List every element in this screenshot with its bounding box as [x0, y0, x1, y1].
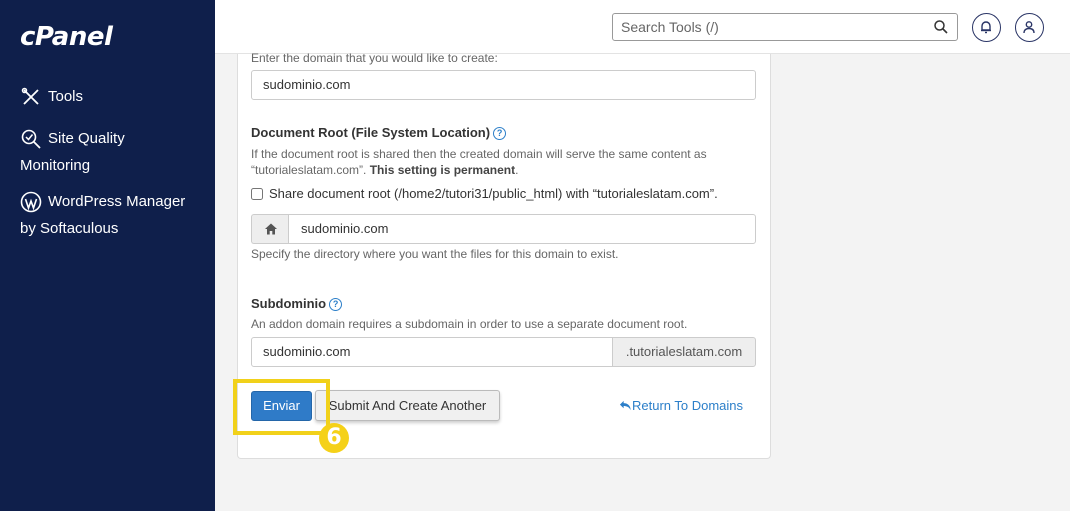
- sidebar-item-label: Site Quality: [48, 130, 125, 147]
- notifications-button[interactable]: [972, 13, 1001, 42]
- document-root-hint: Specify the directory where you want the…: [251, 247, 619, 261]
- return-to-domains-link[interactable]: Return To Domains: [619, 398, 743, 413]
- user-icon: [1023, 21, 1035, 34]
- document-root-desc-line2: “tutorialeslatam.com”.: [251, 163, 367, 177]
- subdomain-input[interactable]: sudominio.com: [251, 337, 613, 367]
- highlight-box: [233, 379, 330, 435]
- subdomain-suffix: .tutorialeslatam.com: [612, 337, 756, 367]
- subdomain-description: An addon domain requires a subdomain in …: [251, 317, 688, 331]
- step-number-badge: 6: [319, 423, 349, 453]
- magnifier-check-icon: [20, 128, 42, 150]
- document-root-label: Document Root (File System Location)?: [251, 125, 507, 140]
- sidebar: cPanel Tools Site Quality Monitoring Wor…: [0, 0, 215, 511]
- document-root-input[interactable]: sudominio.com: [288, 214, 756, 244]
- home-addon: [251, 214, 289, 244]
- sidebar-item-label: Tools: [48, 88, 84, 105]
- document-root-description: If the document root is shared then the …: [251, 146, 707, 178]
- document-root-label-text: Document Root (File System Location): [251, 125, 491, 140]
- search-box[interactable]: [612, 13, 958, 41]
- share-docroot-label: Share document root (/home2/tutori31/pub…: [269, 186, 718, 201]
- submit-and-create-another-button[interactable]: Submit And Create Another: [315, 390, 500, 421]
- subdomain-label: Subdominio?: [251, 296, 343, 311]
- document-root-desc-end: .: [515, 163, 519, 177]
- share-docroot-row: Share document root (/home2/tutori31/pub…: [251, 186, 718, 201]
- sidebar-item-tools[interactable]: Tools: [20, 83, 83, 110]
- domain-help-text: Enter the domain that you would like to …: [251, 51, 498, 65]
- subdomain-label-text: Subdominio: [251, 296, 327, 311]
- sidebar-item-label-2: by Softaculous: [20, 220, 119, 237]
- topbar: [215, 0, 1070, 54]
- permanent-warning: This setting is permanent: [369, 163, 516, 177]
- document-root-desc-line1: If the document root is shared then the …: [251, 147, 707, 161]
- search-input[interactable]: [613, 14, 923, 40]
- share-docroot-checkbox[interactable]: [251, 188, 263, 200]
- user-button[interactable]: [1015, 13, 1044, 42]
- sidebar-item-wordpress[interactable]: WordPress Manager by Softaculous: [20, 188, 185, 242]
- cpanel-logo[interactable]: cPanel: [20, 22, 113, 52]
- help-icon[interactable]: ?: [493, 127, 507, 140]
- sidebar-item-site-quality[interactable]: Site Quality Monitoring: [20, 125, 125, 179]
- sidebar-item-label-2: Monitoring: [20, 157, 91, 174]
- home-icon: [264, 223, 277, 235]
- return-to-domains-label: Return To Domains: [632, 398, 744, 413]
- sidebar-item-label: WordPress Manager: [48, 193, 186, 210]
- domain-input[interactable]: sudominio.com: [251, 70, 756, 100]
- undo-arrow-icon: [619, 400, 631, 411]
- bell-icon: [981, 21, 991, 34]
- search-icon[interactable]: [933, 19, 949, 35]
- wordpress-icon: [20, 191, 42, 213]
- help-icon[interactable]: ?: [329, 298, 343, 311]
- tools-icon: [20, 86, 42, 108]
